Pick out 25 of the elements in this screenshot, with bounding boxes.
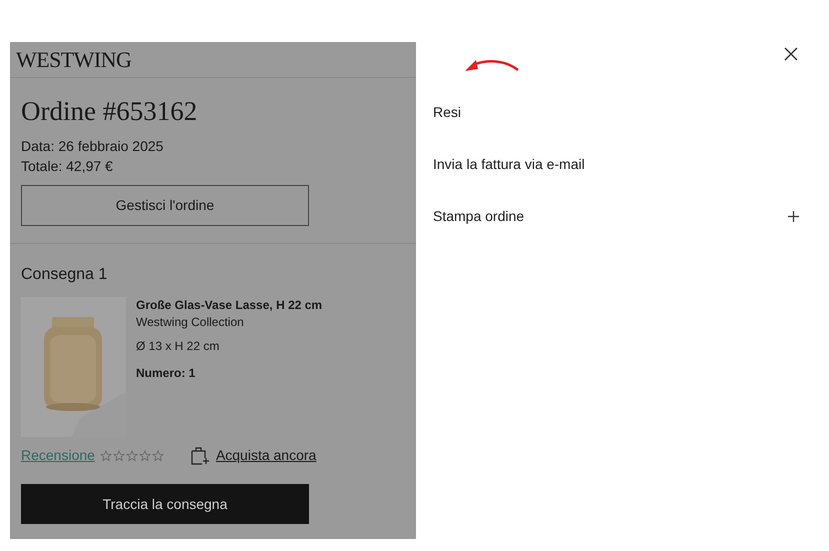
plus-icon[interactable] xyxy=(788,210,799,222)
star-icon[interactable] xyxy=(152,450,164,462)
close-icon[interactable] xyxy=(784,47,798,61)
menu-item[interactable]: Invia la fattura via e-mail xyxy=(433,154,585,174)
annotation-arrow xyxy=(465,57,519,73)
menu-item[interactable]: Resi xyxy=(433,102,462,122)
star-icon[interactable] xyxy=(138,450,151,462)
delivery-title: Consegna 1 xyxy=(21,265,108,285)
product-size: Ø 13 x H 22 cm xyxy=(136,338,220,355)
logo[interactable]: WESTWING xyxy=(16,43,132,76)
track-delivery-button[interactable]: Traccia la consegna xyxy=(21,484,309,524)
menu-item[interactable]: Stampa ordine xyxy=(433,206,524,226)
product-name[interactable]: Große Glas-Vase Lasse, H 22 cm xyxy=(136,297,322,313)
manage-order-button[interactable]: Gestisci l'ordine xyxy=(21,185,309,226)
product-quantity: Numero: 1 xyxy=(136,365,196,382)
rating-stars[interactable] xyxy=(100,450,164,462)
order-title: Ordine #653162 xyxy=(21,95,198,128)
star-icon[interactable] xyxy=(112,450,125,462)
bag-add-icon xyxy=(190,446,210,465)
order-total: Totale: 42,97 € xyxy=(21,157,114,176)
buy-again-link[interactable]: Acquista ancora xyxy=(216,445,316,466)
star-icon[interactable] xyxy=(126,450,138,462)
star-icon[interactable] xyxy=(100,450,112,462)
order-date: Data: 26 febbraio 2025 xyxy=(21,137,164,156)
product-brand: Westwing Collection xyxy=(136,314,245,331)
